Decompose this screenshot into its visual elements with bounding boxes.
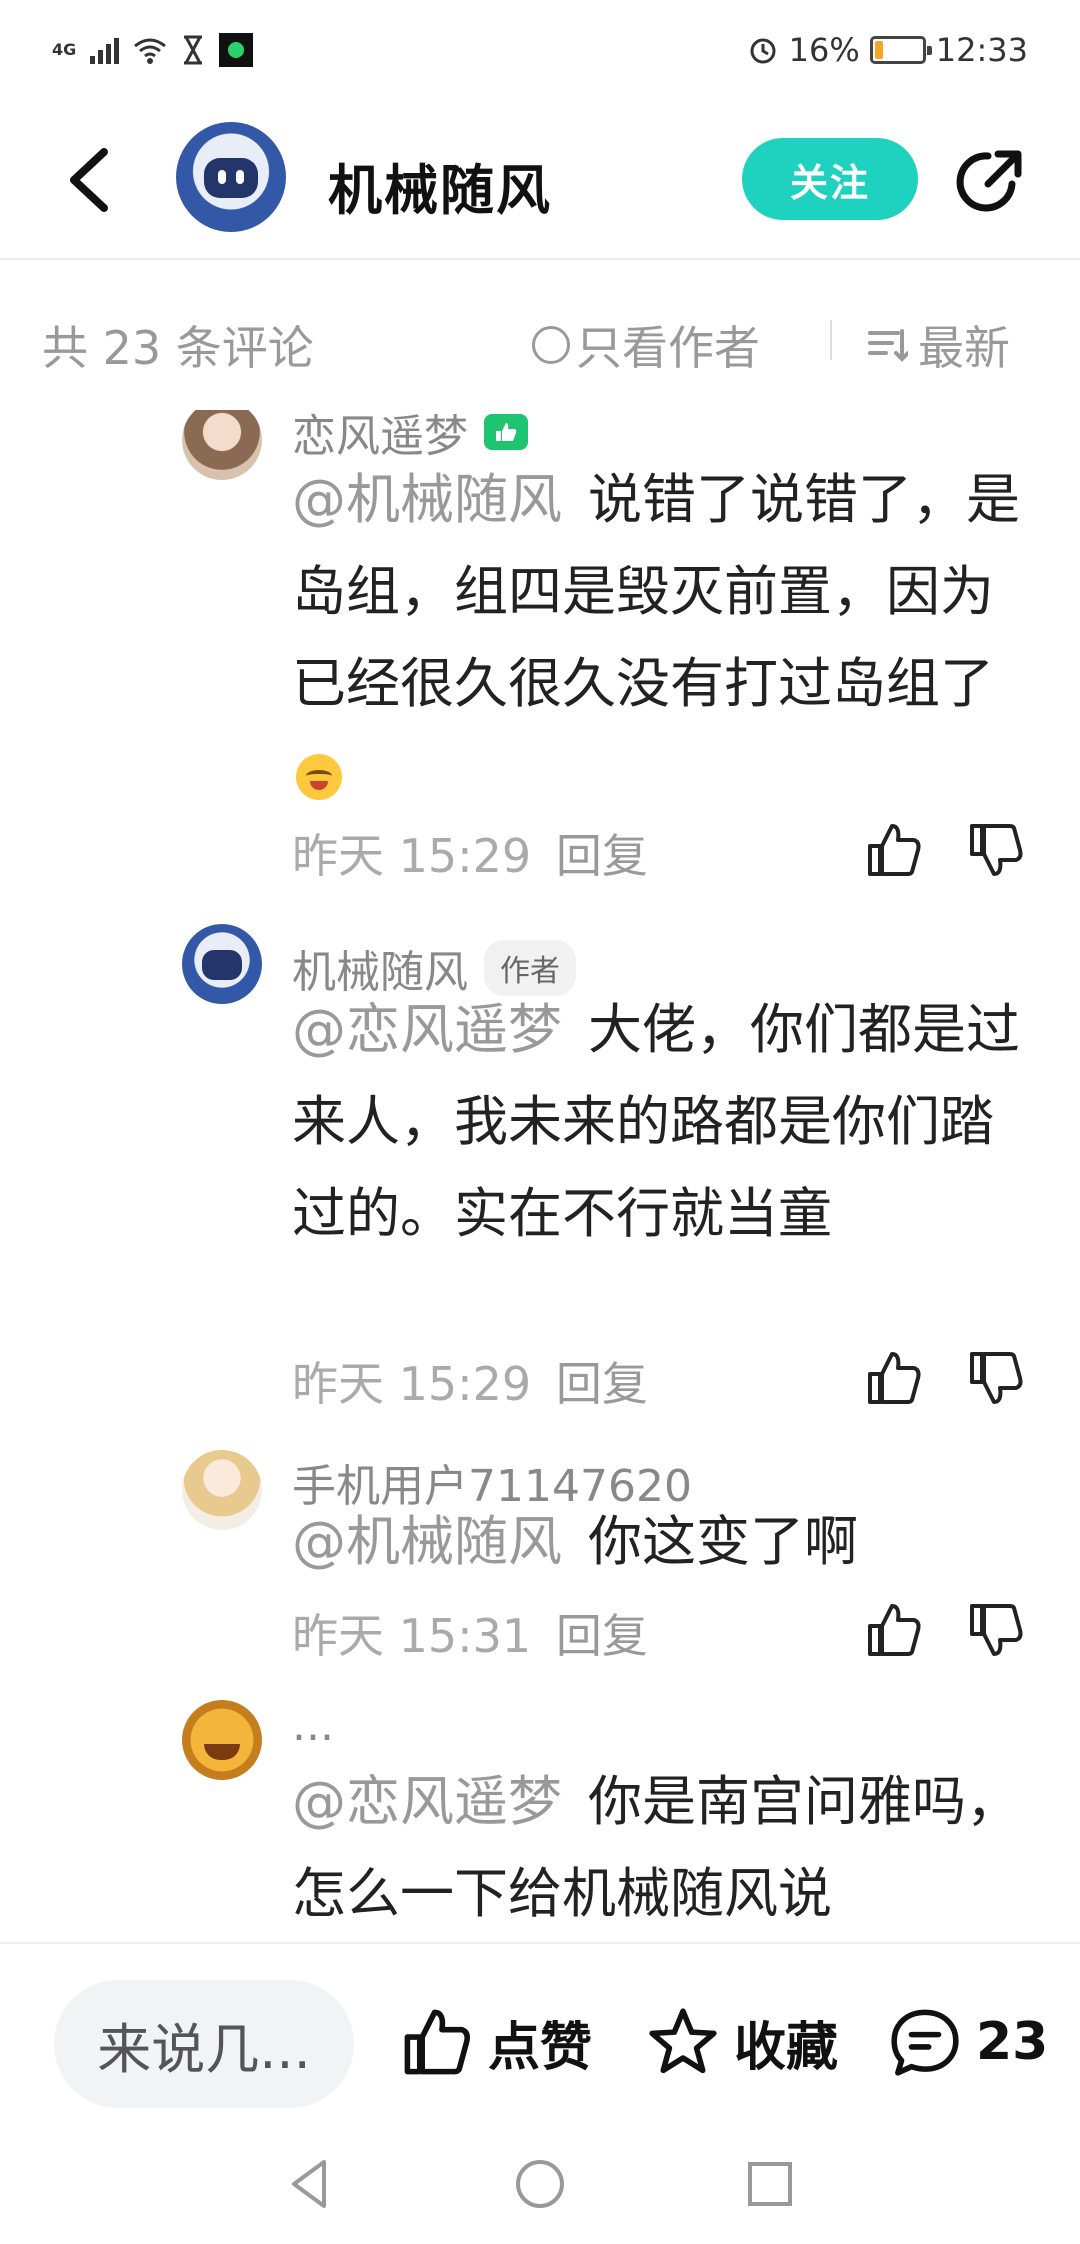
comment-body: @机械随风 你这变了啊 (292, 1496, 1032, 1588)
system-nav-bar (0, 2122, 1080, 2244)
user-avatar[interactable] (182, 410, 262, 480)
star-icon (649, 2008, 717, 2074)
author-only-toggle[interactable]: 只看作者 (532, 312, 760, 378)
favorite-button[interactable]: 收藏 (646, 1992, 838, 2092)
thumbs-up-icon[interactable] (864, 1600, 924, 1660)
thumbs-down-icon[interactable] (966, 1348, 1026, 1408)
comment-list: 恋风遥梦 @机械随风 说错了说错了，是岛组，组四是毁灭前置，因为已经很久很久没有打… (0, 410, 1080, 1940)
signal-icon (90, 36, 120, 64)
hourglass-icon (184, 35, 203, 65)
level-badge-icon (484, 414, 528, 450)
thumbs-up-icon[interactable] (864, 1348, 924, 1408)
comment-body: @机械随风 说错了说错了，是岛组，组四是毁灭前置，因为已经很久很久没有打过岛组了 (292, 454, 1032, 822)
reply-button[interactable]: 回复 (556, 829, 648, 883)
mention[interactable]: @恋风遥梦 (292, 998, 562, 1061)
follow-button[interactable]: 关注 (742, 138, 918, 220)
comment-filter-bar: 共 23 条评论 只看作者 最新 (0, 300, 1080, 380)
share-icon[interactable] (954, 144, 1028, 218)
user-avatar[interactable] (182, 1700, 262, 1780)
status-bar: 4G 16% 12:33 (0, 0, 1080, 100)
thumbs-down-icon[interactable] (966, 1600, 1026, 1660)
nav-back-icon[interactable] (280, 2154, 340, 2214)
nav-recents-icon[interactable] (740, 2154, 800, 2214)
comment-time: 昨天 15:31 (292, 1609, 532, 1663)
mention[interactable]: @机械随风 (292, 468, 562, 531)
comment-author[interactable]: ... (292, 1700, 334, 1751)
favorite-label: 收藏 (734, 2017, 839, 2078)
like-label: 点赞 (488, 2017, 593, 2078)
thumbs-up-icon (404, 2009, 470, 2075)
header: 机械随风 关注 (0, 100, 1080, 260)
alarm-icon (750, 38, 776, 64)
comment-input[interactable]: 来说几... (54, 1980, 354, 2108)
reply-button[interactable]: 回复 (556, 1357, 648, 1411)
sort-label: 最新 (918, 321, 1010, 375)
comment-body: @恋风遥梦 你是南宫问雅吗，怎么一下给机械随风说 (292, 1756, 1032, 1940)
network-type: 4G (52, 40, 77, 59)
clock: 12:33 (935, 31, 1028, 69)
comment-button[interactable]: 23 (888, 1992, 1048, 2092)
sort-button[interactable]: 最新 (868, 312, 1010, 378)
author-only-label: 只看作者 (576, 321, 760, 375)
bottom-action-bar: 来说几... 点赞 收藏 23 (0, 1942, 1080, 2122)
app-badge-icon (219, 33, 254, 67)
author-avatar[interactable] (176, 122, 286, 232)
nav-home-icon[interactable] (510, 2154, 570, 2214)
radio-icon (532, 326, 570, 364)
thumbs-up-icon[interactable] (864, 820, 924, 880)
reply-button[interactable]: 回复 (556, 1609, 648, 1663)
sort-icon (868, 329, 908, 362)
comment-count: 共 23 条评论 (42, 321, 314, 375)
comment-time: 昨天 15:29 (292, 1357, 532, 1411)
wifi-icon (134, 38, 167, 64)
user-avatar[interactable] (182, 1450, 262, 1530)
thumbs-down-icon[interactable] (966, 820, 1026, 880)
comment-count-badge: 23 (976, 2012, 1049, 2072)
robot-icon (204, 158, 258, 198)
comment-time: 昨天 15:29 (292, 829, 532, 883)
battery-icon (869, 36, 932, 64)
battery-percent: 16% (788, 31, 860, 69)
mention[interactable]: @恋风遥梦 (292, 1770, 562, 1833)
mention[interactable]: @机械随风 (292, 1510, 562, 1573)
comment-text: 你这变了啊 (588, 1510, 858, 1573)
page-title: 机械随风 (328, 159, 552, 222)
back-button[interactable] (58, 142, 128, 218)
like-button[interactable]: 点赞 (400, 1992, 592, 2092)
emoji-icon (296, 754, 342, 800)
comment-bubble-icon (891, 2009, 959, 2076)
comment-body: @恋风遥梦 大佬，你们都是过来人，我未来的路都是你们踏过的。实在不行就当童 (292, 984, 1032, 1260)
divider (830, 320, 832, 360)
user-avatar[interactable] (182, 924, 262, 1004)
